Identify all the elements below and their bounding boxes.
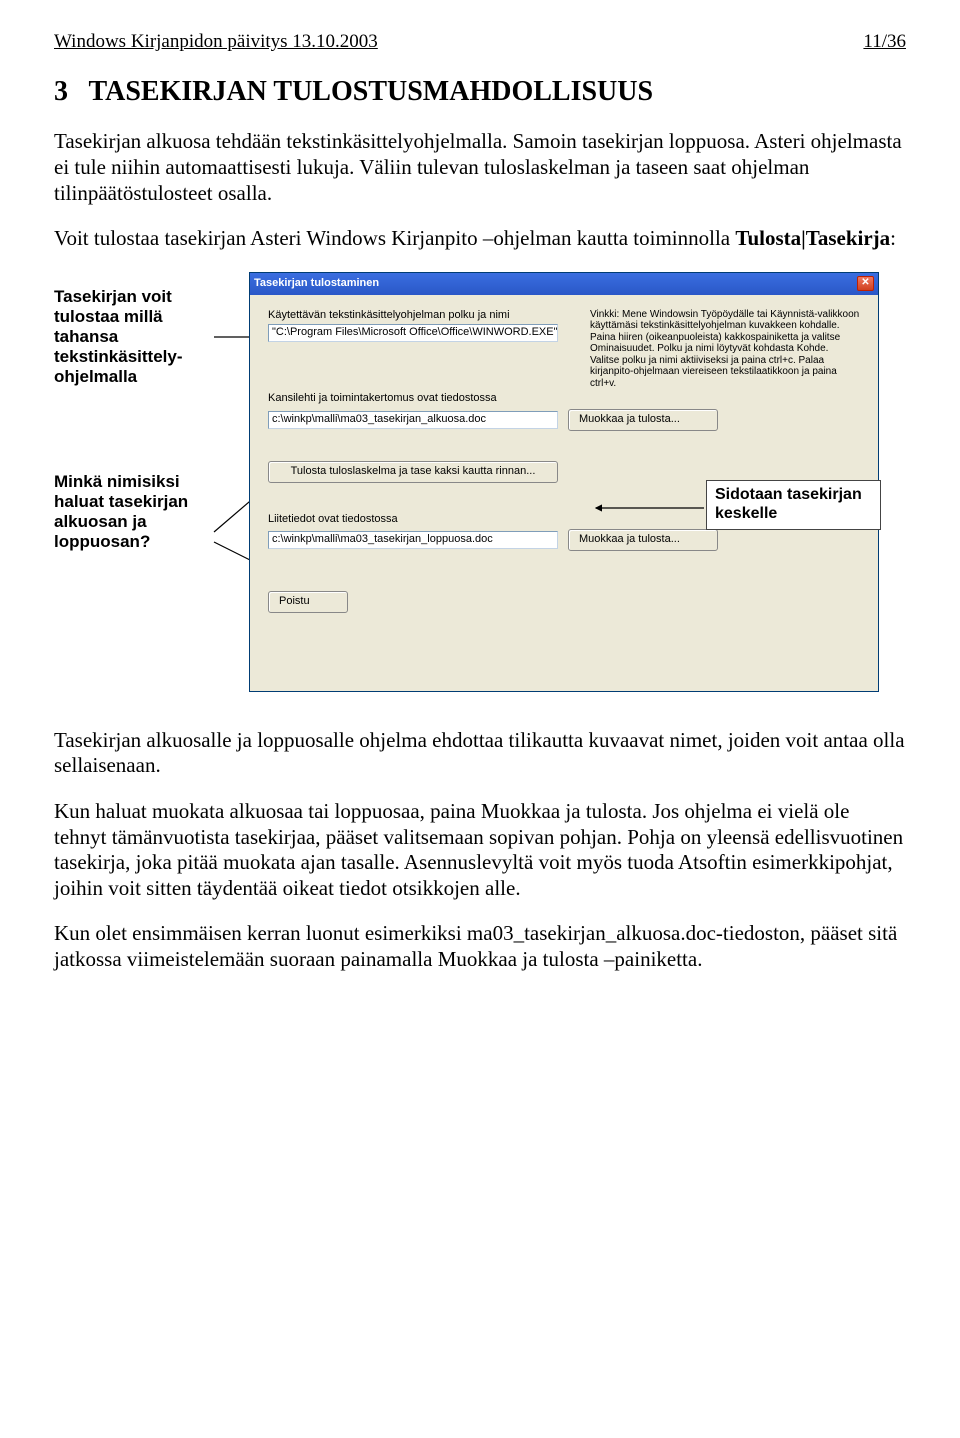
section-title: TASEKIRJAN TULOSTUSMAHDOLLISUUS bbox=[89, 76, 654, 107]
dialog-titlebar[interactable]: Tasekirjan tulostaminen ✕ bbox=[250, 273, 878, 295]
paragraph-2a: Voit tulostaa tasekirjan Asteri Windows … bbox=[54, 226, 735, 250]
section-number: 3 bbox=[54, 76, 68, 107]
callout-sidotaan: Sidotaan tasekirjan keskelle bbox=[706, 480, 881, 530]
input-loppuosa-path[interactable]: c:\winkp\malli\ma03_tasekirjan_loppuosa.… bbox=[268, 531, 558, 549]
paragraph-2b: Tulosta|Tasekirja bbox=[735, 226, 890, 250]
button-poistu[interactable]: Poistu bbox=[268, 591, 348, 613]
button-muokkaa-loppuosa[interactable]: Muokkaa ja tulosta... bbox=[568, 529, 718, 551]
button-tulosta-tuloslaskelma[interactable]: Tulosta tuloslaskelma ja tase kaksi kaut… bbox=[268, 461, 558, 483]
page-header: Windows Kirjanpidon päivitys 13.10.2003 … bbox=[54, 30, 906, 53]
paragraph-2c: : bbox=[890, 226, 896, 250]
hint-text: Vinkki: Mene Windowsin Työpöydälle tai K… bbox=[590, 309, 860, 390]
paragraph-2: Voit tulostaa tasekirjan Asteri Windows … bbox=[54, 226, 906, 252]
paragraph-4: Kun haluat muokata alkuosaa tai loppuosa… bbox=[54, 799, 906, 901]
screenshot-diagram: Tasekirjan voit tulostaa millä tahansa t… bbox=[54, 272, 906, 702]
arrow-icon bbox=[594, 500, 714, 520]
callout-textprocessor: Tasekirjan voit tulostaa millä tahansa t… bbox=[54, 287, 219, 387]
header-left: Windows Kirjanpidon päivitys 13.10.2003 bbox=[54, 30, 378, 53]
input-program-path[interactable]: "C:\Program Files\Microsoft Office\Offic… bbox=[268, 324, 558, 342]
close-icon[interactable]: ✕ bbox=[857, 276, 874, 291]
paragraph-5: Kun olet ensimmäisen kerran luonut esime… bbox=[54, 921, 906, 972]
dialog-title: Tasekirjan tulostaminen bbox=[254, 277, 379, 290]
header-right: 11/36 bbox=[863, 30, 906, 53]
button-muokkaa-alkuosa[interactable]: Muokkaa ja tulosta... bbox=[568, 409, 718, 431]
section-heading: 3 TASEKIRJAN TULOSTUSMAHDOLLISUUS bbox=[54, 75, 906, 109]
paragraph-1: Tasekirjan alkuosa tehdään tekstinkäsitt… bbox=[54, 129, 906, 206]
input-alkuosa-path[interactable]: c:\winkp\malli\ma03_tasekirjan_alkuosa.d… bbox=[268, 411, 558, 429]
paragraph-3: Tasekirjan alkuosalle ja loppuosalle ohj… bbox=[54, 728, 906, 779]
label-cover: Kansilehti ja toimintakertomus ovat tied… bbox=[268, 392, 860, 405]
callout-filenames: Minkä nimisiksi haluat tasekirjan alkuos… bbox=[54, 472, 219, 552]
